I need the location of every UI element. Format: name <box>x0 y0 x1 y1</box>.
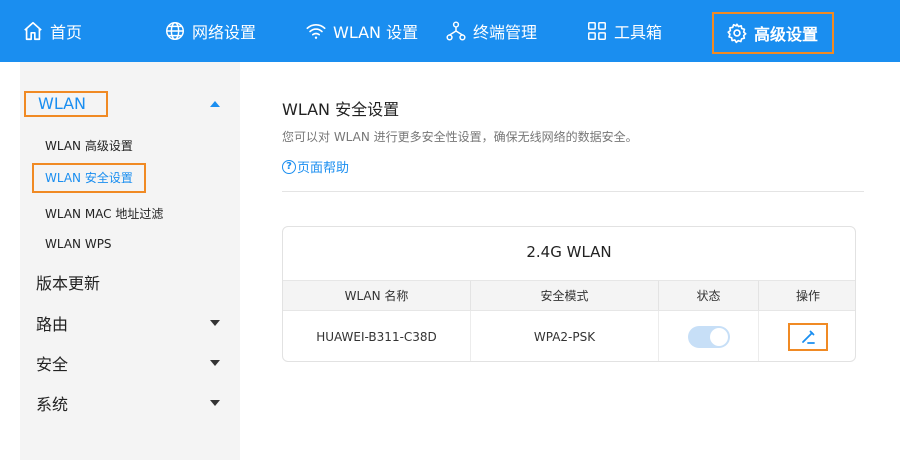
sidebar-group-wlan-label: WLAN <box>24 91 108 117</box>
wifi-icon <box>306 23 326 39</box>
sidebar: WLAN WLAN 高级设置 WLAN 安全设置 WLAN MAC 地址过滤 W… <box>20 62 240 460</box>
sidebar-item-wlan-mac-filter[interactable]: WLAN MAC 地址过滤 <box>45 205 163 222</box>
chevron-down-icon <box>210 400 220 406</box>
nav-toolbox-label: 工具箱 <box>614 23 663 42</box>
globe-icon <box>166 22 184 40</box>
toolbox-icon <box>588 22 606 40</box>
security-mode-cell: WPA2-PSK <box>471 311 659 361</box>
gear-icon <box>727 23 747 44</box>
home-icon <box>24 21 42 41</box>
wlan-name-cell: HUAWEI-B311-C38D <box>283 311 471 361</box>
action-cell <box>759 311 855 361</box>
sidebar-group-update[interactable]: 版本更新 <box>20 268 240 296</box>
sidebar-group-routing-label: 路由 <box>36 315 69 334</box>
sidebar-group-system-label: 系统 <box>36 395 69 414</box>
sidebar-group-system[interactable]: 系统 <box>20 389 240 417</box>
help-link-label: 页面帮助 <box>297 161 350 176</box>
page-description: 您可以对 WLAN 进行更多安全性设置，确保无线网络的数据安全。 <box>282 130 638 144</box>
chevron-up-icon <box>210 101 220 107</box>
column-header-action: 操作 <box>795 289 820 303</box>
status-toggle[interactable] <box>687 326 730 348</box>
nav-advanced-label: 高级设置 <box>754 25 819 44</box>
sidebar-group-routing[interactable]: 路由 <box>20 309 240 337</box>
toggle-knob <box>709 328 728 346</box>
status-cell <box>659 311 759 361</box>
card-title: 2.4G WLAN <box>526 243 612 261</box>
table-header: WLAN 名称 安全模式 状态 操作 <box>283 280 855 311</box>
nav-home[interactable]: 首页 <box>22 0 82 62</box>
column-header-security: 安全模式 <box>471 281 659 310</box>
nav-devices[interactable]: 终端管理 <box>445 0 537 62</box>
nav-network[interactable]: 网络设置 <box>164 0 256 62</box>
edit-button[interactable] <box>788 323 828 351</box>
nav-devices-label: 终端管理 <box>473 23 538 42</box>
sidebar-item-wlan-security[interactable]: WLAN 安全设置 <box>32 163 146 193</box>
nav-toolbox[interactable]: 工具箱 <box>586 0 662 62</box>
wlan-card: 2.4G WLAN WLAN 名称 安全模式 状态 操作 HUAWEI-B311… <box>282 226 856 362</box>
top-navigation: 首页 网络设置 WLAN 设置 终端管理 工具箱 高级设置 <box>0 0 900 62</box>
nav-wlan-label: WLAN 设置 <box>333 23 419 42</box>
sidebar-group-wlan[interactable]: WLAN <box>20 90 240 118</box>
page-title: WLAN 安全设置 <box>282 100 400 119</box>
nav-advanced[interactable]: 高级设置 <box>712 12 835 54</box>
nav-home-label: 首页 <box>50 23 83 42</box>
nav-network-label: 网络设置 <box>192 23 257 42</box>
sidebar-group-security-label: 安全 <box>36 355 69 374</box>
edit-icon <box>802 330 815 344</box>
column-header-name: WLAN 名称 <box>283 281 471 310</box>
sidebar-item-wlan-wps[interactable]: WLAN WPS <box>45 237 112 251</box>
divider <box>282 191 864 192</box>
table-row: HUAWEI-B311-C38D WPA2-PSK <box>283 311 855 361</box>
sidebar-item-wlan-advanced[interactable]: WLAN 高级设置 <box>45 137 133 154</box>
sidebar-group-security[interactable]: 安全 <box>20 349 240 377</box>
chevron-down-icon <box>210 320 220 326</box>
network-tree-icon <box>446 21 466 41</box>
nav-wlan[interactable]: WLAN 设置 <box>305 0 418 62</box>
column-header-status: 状态 <box>659 281 759 310</box>
chevron-down-icon <box>210 360 220 366</box>
sidebar-group-update-label: 版本更新 <box>36 274 101 293</box>
help-link[interactable]: ? 页面帮助 <box>282 157 349 176</box>
help-icon: ? <box>282 159 296 174</box>
